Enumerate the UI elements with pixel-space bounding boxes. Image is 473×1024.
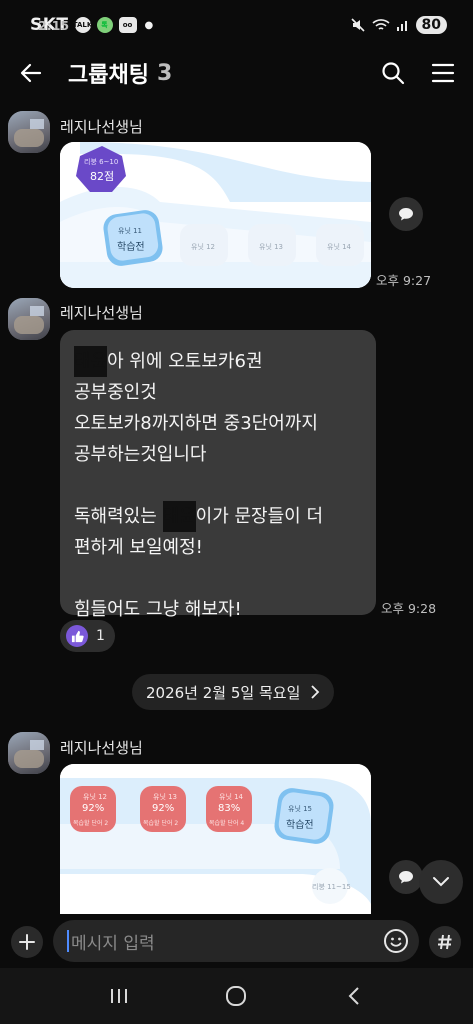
hashtag-icon [438, 934, 452, 950]
current-unit-label: 유닛 11 [118, 227, 143, 235]
message-line: 공부하는것입니다 [74, 444, 207, 465]
header-actions [379, 59, 457, 87]
avatar[interactable] [8, 732, 50, 774]
kakaotalk-notification-icon: TALK [73, 17, 92, 33]
chat-header: 그룹채팅 3 [0, 50, 473, 96]
tile-unit: 유닛 14 [219, 793, 244, 801]
unit-tile: 유닛 13 [259, 243, 284, 251]
message-line: 공부중인것 [74, 382, 157, 403]
emoji-icon[interactable] [383, 928, 409, 954]
image-message[interactable]: 리붕 6~10 82점 유닛 11 학습전 유닛 12 유닛 13 유닛 14 [60, 142, 371, 288]
avatar[interactable] [8, 298, 50, 340]
share-button[interactable] [389, 197, 423, 231]
tile-unit: 유닛 12 [83, 793, 108, 801]
share-button[interactable] [389, 860, 423, 894]
badge-range: 리붕 6~10 [84, 158, 119, 166]
search-icon [382, 62, 405, 85]
member-count: 3 [156, 60, 173, 86]
sender-name: 레지나선생님 [60, 118, 143, 136]
battery-indicator: 80 [415, 16, 447, 34]
avatar[interactable] [8, 111, 50, 153]
date-divider-label: 2026년 2월 5일 목요일 [146, 683, 301, 702]
system-navigation-bar [0, 968, 473, 1024]
redacted-name: 태윤 [162, 501, 196, 532]
message-input-placeholder: 메시지 입력 [71, 933, 155, 954]
message-line: 오토보카8까지하면 중3단어까지 [74, 413, 318, 434]
reaction-count: 1 [96, 628, 105, 644]
more-notifications-dot: ● [144, 19, 154, 31]
back-arrow-icon [20, 63, 42, 83]
text-caret [67, 930, 69, 952]
hashtag-button[interactable] [429, 926, 461, 958]
message-line-blank [74, 470, 362, 501]
scroll-to-bottom-button[interactable] [419, 860, 463, 904]
plus-icon [19, 934, 35, 950]
thumbs-up-icon [66, 625, 88, 647]
chat-screen: SKT 2:15 TALK 톡 oo ● 80 그룹채팅 3 레지나선생님 리붕… [0, 0, 473, 1024]
mute-icon [350, 18, 365, 32]
recent-apps-icon [110, 989, 127, 1003]
tile-sub: 복습할 단어 4 [209, 820, 245, 827]
menu-icon [431, 63, 455, 83]
share-icon [399, 208, 413, 221]
tile-percent: 83% [218, 803, 241, 814]
current-unit-label: 유닛 15 [288, 805, 313, 813]
home-button[interactable] [216, 976, 256, 1016]
message-line: 힘들어도 그냥 해보자! [74, 599, 242, 620]
sender-name: 레지나선생님 [60, 304, 143, 322]
current-unit-title: 학습전 [117, 242, 145, 253]
system-back-button[interactable] [334, 976, 374, 1016]
menu-button[interactable] [429, 59, 457, 87]
range-label: 리붕 11~15 [312, 883, 351, 891]
text-message-bubble[interactable]: 태윤아 위에 오토보카6권 공부중인것 오토보카8까지하면 중3단어까지 공부하… [60, 330, 376, 620]
home-icon [226, 986, 247, 1006]
message-line-blank [74, 563, 362, 594]
chevron-right-icon [311, 685, 320, 699]
image-message[interactable]: 유닛 12 92% 복습할 단어 2 유닛 13 92% 복습할 단어 2 유닛… [60, 764, 371, 914]
back-button[interactable] [16, 58, 46, 88]
share-icon [399, 871, 413, 884]
message-time: 오후 9:27 [376, 273, 432, 288]
message-line: 독해력있는 태윤이가 문장들이 더 [74, 501, 362, 532]
search-button[interactable] [379, 59, 407, 87]
message-time: 오후 9:28 [381, 601, 437, 616]
redacted-name: 태윤 [74, 346, 108, 377]
sender-name: 레지나선생님 [60, 739, 143, 757]
unit-tile: 유닛 12 [191, 243, 216, 251]
tile-percent: 92% [82, 803, 105, 814]
date-divider[interactable]: 2026년 2월 5일 목요일 [132, 674, 335, 710]
current-unit-title: 학습전 [286, 820, 314, 831]
tile-sub: 복습할 단어 2 [143, 820, 179, 827]
tile-percent: 92% [152, 803, 175, 814]
chevron-down-icon [433, 877, 449, 887]
unit-tile: 유닛 14 [327, 243, 352, 251]
status-bar: SKT 2:15 TALK 톡 oo ● 80 [0, 0, 473, 50]
attach-button[interactable] [11, 926, 43, 958]
message-line: 편하게 보일예정! [74, 537, 203, 558]
reaction-chip[interactable]: 1 [60, 620, 115, 652]
message-input[interactable]: 메시지 입력 [53, 920, 419, 962]
message-input-bar: 메시지 입력 [0, 914, 473, 968]
badge-score: 82점 [90, 170, 115, 183]
status-right: 80 [350, 16, 447, 34]
talk-notification-icon: 톡 [96, 17, 113, 33]
tile-sub: 복습할 단어 2 [73, 820, 109, 827]
voicemail-icon: oo [118, 17, 137, 33]
clock: 2:15 [38, 17, 70, 33]
chat-title: 그룹채팅 [68, 63, 149, 88]
back-chevron-icon [348, 987, 359, 1005]
signal-icon [396, 21, 407, 31]
recent-apps-button[interactable] [99, 976, 139, 1016]
message-line: 태윤아 위에 오토보카6권 [74, 346, 362, 377]
wifi-icon [371, 19, 390, 30]
tile-unit: 유닛 13 [153, 793, 178, 801]
